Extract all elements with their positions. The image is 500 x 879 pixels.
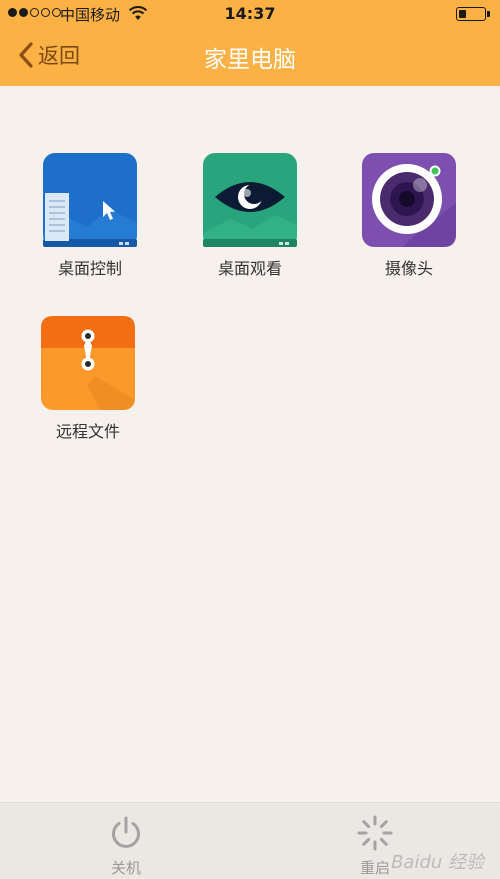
shutdown-button[interactable]: 关机 <box>86 815 166 878</box>
shutdown-label: 关机 <box>110 859 141 877</box>
status-time: 14:37 <box>224 4 276 23</box>
battery-icon <box>456 7 490 21</box>
desktop-control-icon <box>43 153 137 247</box>
app-label: 摄像头 <box>384 259 433 278</box>
camera-icon <box>362 153 456 247</box>
app-tile-desktop-control[interactable]: 桌面控制 <box>30 153 150 279</box>
status-bar: 中国移动 14:37 <box>0 0 500 28</box>
header-bar: 中国移动 14:37 返回 家里电脑 <box>0 0 500 86</box>
app-tile-desktop-view[interactable]: 桌面观看 <box>190 153 310 279</box>
app-label: 远程文件 <box>55 422 120 441</box>
power-icon <box>112 816 140 848</box>
app-label: 桌面观看 <box>217 259 282 278</box>
page-title: 家里电脑 <box>204 47 296 73</box>
spinner-icon <box>357 815 393 851</box>
eye-icon <box>203 153 297 247</box>
app-tile-remote-files[interactable]: 远程文件 <box>28 316 148 442</box>
app-tile-camera[interactable]: 摄像头 <box>349 153 469 279</box>
folder-file-icon <box>41 316 135 410</box>
watermark: Baidu 经验 <box>391 852 484 873</box>
app-label: 桌面控制 <box>57 259 122 278</box>
